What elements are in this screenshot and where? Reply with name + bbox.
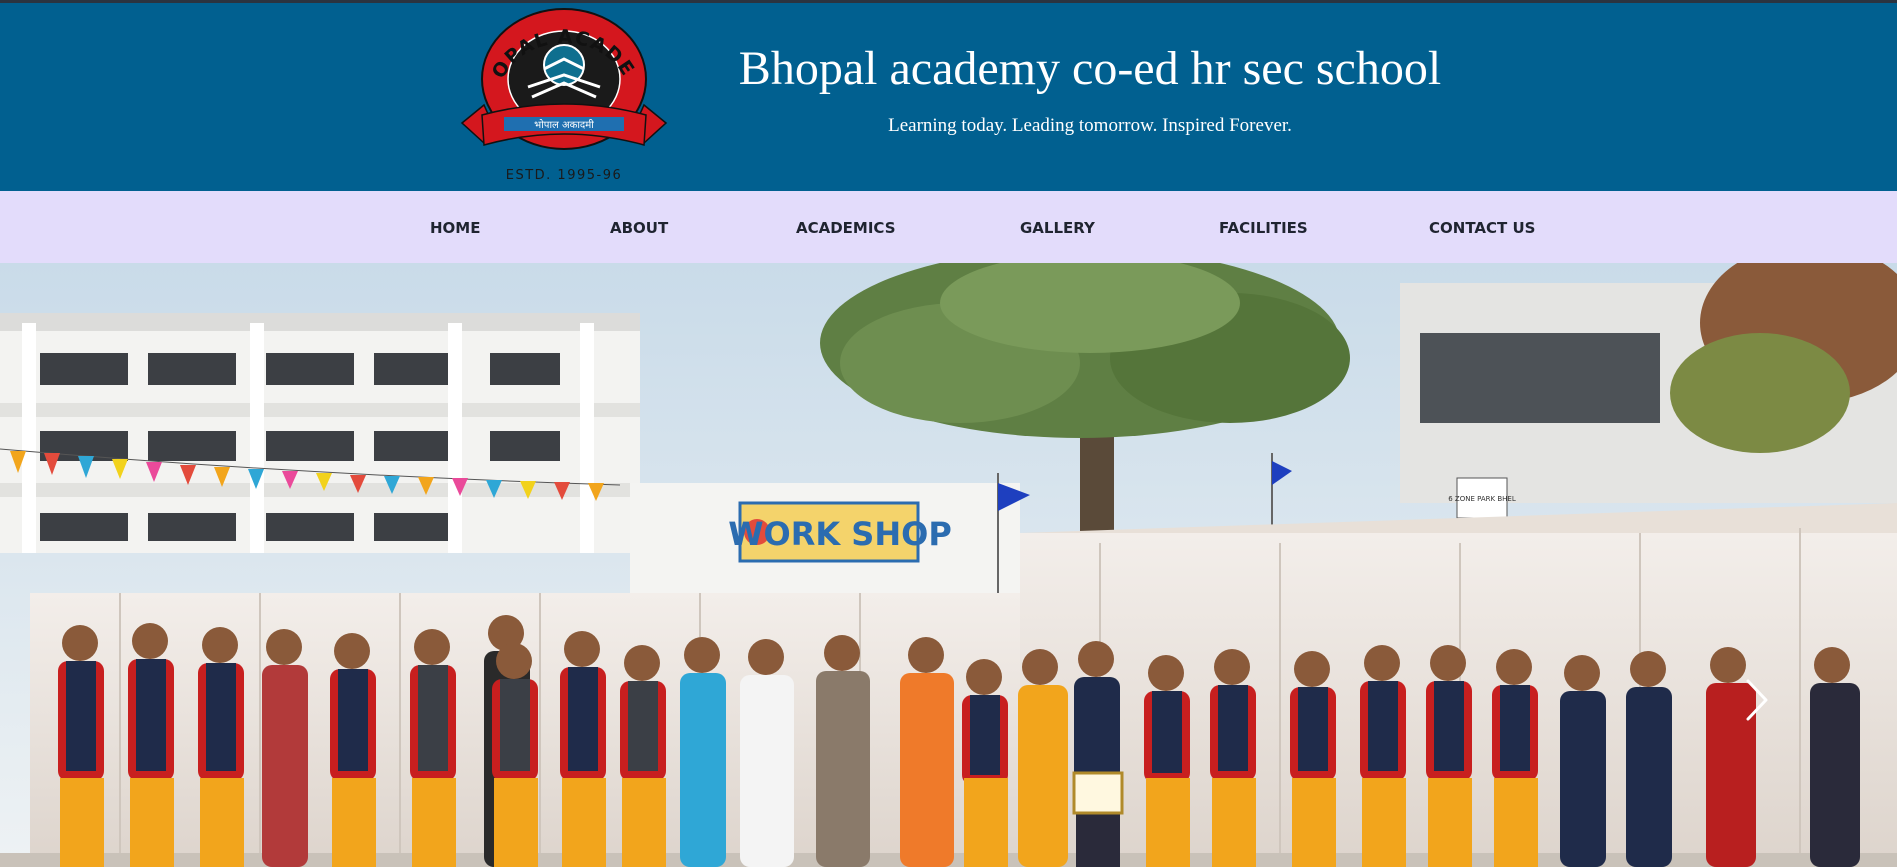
nav-home[interactable]: HOME bbox=[430, 191, 480, 263]
nav-academics[interactable]: ACADEMICS bbox=[796, 191, 896, 263]
logo-banner-text: भोपाल अकादमी bbox=[534, 119, 594, 131]
nav-facilities[interactable]: FACILITIES bbox=[1219, 191, 1308, 263]
logo-estd-text: ESTD. 1995-96 bbox=[506, 168, 623, 183]
site-tagline: Learning today. Leading tomorrow. Inspir… bbox=[888, 115, 1292, 136]
hero-slideshow[interactable]: WORK SHOP 6 ZONE PARK BHEL bbox=[0, 263, 1897, 867]
nav-about[interactable]: ABOUT bbox=[610, 191, 668, 263]
zone-sign-text: 6 ZONE PARK BHEL bbox=[1448, 495, 1516, 503]
workshop-sign-text: WORK SHOP bbox=[728, 515, 952, 553]
school-logo[interactable]: BHOPAL ACADEMY भोपाल अकादमी ESTD. 1995-9… bbox=[452, 7, 680, 187]
hero-photo: WORK SHOP 6 ZONE PARK BHEL bbox=[0, 263, 1897, 867]
site-title: Bhopal academy co-ed hr sec school bbox=[738, 42, 1442, 95]
chevron-right-icon[interactable] bbox=[1738, 675, 1774, 725]
nav-contact-us[interactable]: CONTACT US bbox=[1429, 191, 1535, 263]
nav-gallery[interactable]: GALLERY bbox=[1020, 191, 1095, 263]
main-nav: HOME ABOUT ACADEMICS GALLERY FACILITIES … bbox=[0, 191, 1897, 263]
site-header: BHOPAL ACADEMY भोपाल अकादमी ESTD. 1995-9… bbox=[0, 3, 1897, 191]
